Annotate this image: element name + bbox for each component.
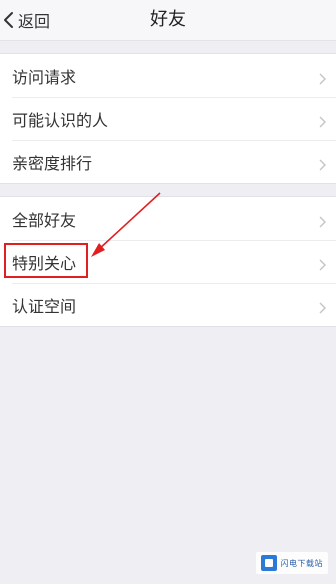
back-label: 返回: [18, 12, 51, 31]
row-all-friends[interactable]: 全部好友: [0, 197, 336, 240]
watermark-text: 闪电下载站: [280, 558, 323, 568]
chevron-left-icon: [2, 10, 16, 30]
watermark-logo-icon: [260, 555, 277, 571]
chevron-right-icon: [319, 256, 326, 275]
navigation-bar: 返回 好友: [0, 0, 336, 41]
row-label: 全部好友: [12, 210, 77, 230]
chevron-right-icon: [319, 113, 326, 132]
row-people-you-may-know[interactable]: 可能认识的人: [0, 97, 336, 140]
row-label: 特别关心: [12, 253, 77, 273]
back-button[interactable]: 返回: [2, 0, 50, 40]
row-special-care[interactable]: 特别关心: [0, 240, 336, 283]
settings-group-1: 访问请求 可能认识的人 亲密度排行: [0, 53, 336, 184]
watermark: 闪电下载站: [255, 552, 328, 574]
row-label: 可能认识的人: [12, 110, 109, 130]
chevron-right-icon: [319, 70, 326, 89]
settings-group-2: 全部好友 特别关心 认证空间: [0, 196, 336, 327]
row-label: 亲密度排行: [12, 153, 93, 173]
chevron-right-icon: [319, 299, 326, 318]
chevron-right-icon: [319, 156, 326, 175]
chevron-right-icon: [319, 213, 326, 232]
row-verified-space[interactable]: 认证空间: [0, 283, 336, 326]
row-intimacy-ranking[interactable]: 亲密度排行: [0, 140, 336, 183]
row-visit-requests[interactable]: 访问请求: [0, 54, 336, 97]
row-label: 认证空间: [12, 296, 77, 316]
page-title: 好友: [150, 9, 186, 30]
row-label: 访问请求: [12, 67, 77, 87]
friends-page: 返回 好友 访问请求 可能认识的人 亲密度排行 全部好友 特别关心 认证空间 闪…: [0, 0, 336, 584]
